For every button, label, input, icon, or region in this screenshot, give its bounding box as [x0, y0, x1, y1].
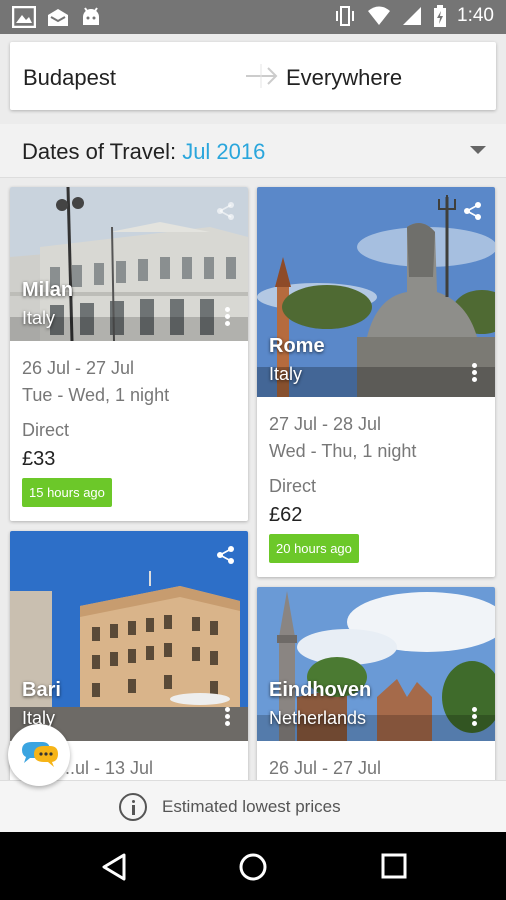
card-stops: Direct — [269, 476, 317, 496]
destination-photo[interactable]: Milan Italy — [10, 187, 248, 341]
destination-photo[interactable]: Bari Italy — [10, 531, 248, 741]
battery-icon — [434, 5, 447, 27]
more-options-icon[interactable] — [469, 361, 479, 387]
destination-card-eindhoven[interactable]: Eindhoven Netherlands 26 Jul - 27 Jul — [257, 587, 495, 780]
card-price: £33 — [22, 448, 56, 470]
system-navigation-bar — [0, 832, 506, 900]
dates-label: Dates of Travel: Jul 2016 — [22, 139, 266, 164]
chat-bubbles-icon — [22, 742, 58, 767]
dates-selector[interactable]: Dates of Travel: Jul 2016 — [0, 124, 506, 178]
card-country: Italy — [269, 364, 303, 384]
card-dates: 26 Jul - 27 Jul — [269, 758, 382, 778]
android-notification-icon — [83, 7, 99, 25]
dropdown-caret-icon[interactable] — [470, 146, 486, 154]
destination-card-milan[interactable]: Milan Italy 26 Jul - 27 Jul Tue - Wed, 1… — [10, 187, 248, 521]
gallery-notification-icon — [12, 6, 36, 28]
card-dates: 27 Jul - 28 Jul — [269, 414, 382, 434]
arrow-right-icon — [246, 64, 278, 88]
card-days: Wed - Thu, 1 night — [269, 441, 417, 461]
estimated-prices-bar: Estimated lowest prices — [0, 780, 506, 832]
more-options-icon[interactable] — [469, 705, 479, 731]
destinations-grid[interactable]: Milan Italy 26 Jul - 27 Jul Tue - Wed, 1… — [0, 178, 506, 780]
destination-photo[interactable]: Rome Italy — [257, 187, 495, 397]
card-country: Italy — [22, 308, 56, 328]
card-days: Tue - Wed, 1 night — [22, 385, 170, 405]
more-options-icon[interactable] — [222, 305, 232, 331]
destination-city[interactable]: Everywhere — [286, 65, 402, 91]
card-details: 27 Jul - 28 Jul Wed - Thu, 1 night Direc… — [257, 397, 495, 577]
card-country: Netherlands — [269, 708, 367, 728]
card-dates: ...ul - 13 Jul — [60, 758, 154, 778]
card-details: 26 Jul - 27 Jul — [257, 741, 495, 780]
signal-icon — [403, 7, 422, 25]
card-stops: Direct — [22, 420, 70, 440]
share-icon[interactable] — [463, 201, 483, 221]
wifi-icon — [368, 6, 391, 25]
card-price: £62 — [269, 504, 303, 526]
card-details: 26 Jul - 27 Jul Tue - Wed, 1 night Direc… — [10, 341, 248, 521]
freshness-badge: 15 hours ago — [22, 478, 112, 507]
freshness-badge: 20 hours ago — [269, 534, 359, 563]
info-icon — [119, 793, 147, 821]
estimated-prices-text: Estimated lowest prices — [162, 797, 341, 816]
status-bar: 1:40 — [0, 0, 506, 34]
mail-notification-icon — [48, 9, 68, 26]
card-city: Bari — [22, 679, 61, 701]
recents-icon[interactable] — [380, 852, 408, 880]
card-city: Milan — [22, 279, 74, 301]
chat-button[interactable] — [8, 724, 70, 786]
vibrate-icon — [336, 6, 355, 26]
card-city: Rome — [269, 335, 325, 357]
home-icon[interactable] — [238, 852, 268, 882]
destination-card-rome[interactable]: Rome Italy 27 Jul - 28 Jul Wed - Thu, 1 … — [257, 187, 495, 577]
clock: 1:40 — [457, 5, 494, 26]
destination-photo[interactable]: Eindhoven Netherlands — [257, 587, 495, 741]
card-city: Eindhoven — [269, 679, 372, 701]
share-icon[interactable] — [216, 201, 236, 221]
route-card[interactable]: Budapest Everywhere — [10, 42, 496, 110]
dates-value[interactable]: Jul 2016 — [182, 139, 265, 164]
share-icon[interactable] — [216, 545, 236, 565]
back-icon[interactable] — [100, 852, 128, 882]
origin-city[interactable]: Budapest — [23, 65, 116, 91]
card-dates: 26 Jul - 27 Jul — [22, 358, 135, 378]
more-options-icon[interactable] — [222, 705, 232, 731]
